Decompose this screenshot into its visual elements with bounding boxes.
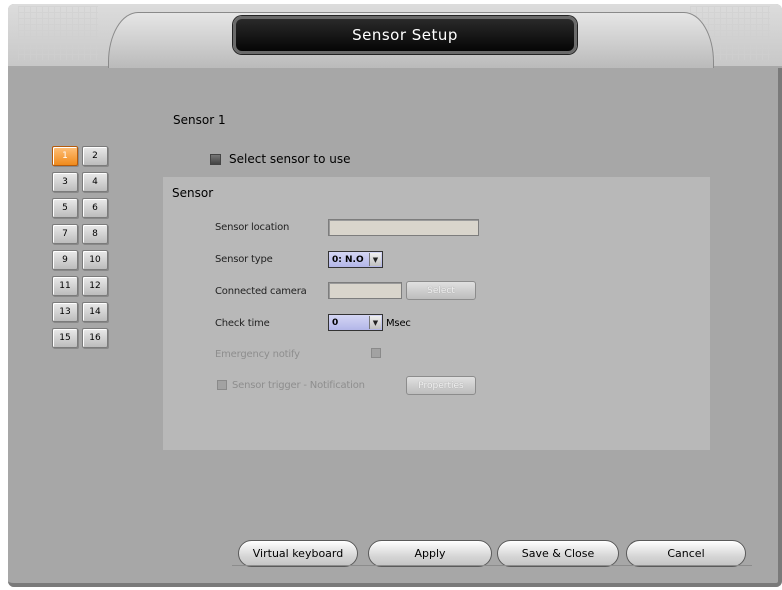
sensor-heading: Sensor 1 — [173, 113, 226, 127]
select-sensor-checkbox[interactable] — [210, 153, 221, 165]
sensor-button-10[interactable]: 10 — [82, 250, 108, 270]
dropdown-arrow-icon[interactable]: ▼ — [369, 253, 381, 266]
sensor-type-value: 0: N.O — [332, 254, 364, 265]
connected-camera-label: Connected camera — [215, 286, 307, 297]
cancel-button[interactable]: Cancel — [626, 540, 746, 567]
sensor-button-15[interactable]: 15 — [52, 328, 78, 348]
sensor-button-8[interactable]: 8 — [82, 224, 108, 244]
sensor-button-2[interactable]: 2 — [82, 146, 108, 166]
sensor-button-4[interactable]: 4 — [82, 172, 108, 192]
sensor-trigger-label: Sensor trigger - Notification — [232, 380, 365, 391]
emergency-notify-checkbox[interactable] — [371, 348, 381, 358]
apply-button[interactable]: Apply — [368, 540, 492, 567]
sensor-button-3[interactable]: 3 — [52, 172, 78, 192]
sensor-button-6[interactable]: 6 — [82, 198, 108, 218]
sensor-button-1[interactable]: 1 — [52, 146, 78, 166]
connected-camera-input[interactable] — [328, 282, 402, 299]
virtual-keyboard-button[interactable]: Virtual keyboard — [238, 540, 358, 567]
sensor-button-14[interactable]: 14 — [82, 302, 108, 322]
properties-button[interactable]: Properties — [406, 376, 476, 395]
button-bar-divider — [232, 565, 752, 566]
sensor-type-label: Sensor type — [215, 254, 273, 265]
sensor-type-select[interactable]: 0: N.O ▼ — [328, 251, 383, 268]
sensor-location-label: Sensor location — [215, 222, 290, 233]
sensor-number-grid: 1 2 3 4 5 6 7 8 9 10 11 12 13 14 15 16 — [52, 146, 112, 348]
sensor-button-11[interactable]: 11 — [52, 276, 78, 296]
select-sensor-row: Select sensor to use — [210, 152, 351, 166]
sensor-location-input[interactable] — [328, 219, 479, 236]
check-time-label: Check time — [215, 318, 270, 329]
check-time-unit: Msec — [386, 318, 411, 329]
dropdown-arrow-icon[interactable]: ▼ — [369, 316, 381, 329]
select-sensor-label: Select sensor to use — [229, 152, 351, 166]
window-title: Sensor Setup — [352, 26, 458, 44]
sensor-button-5[interactable]: 5 — [52, 198, 78, 218]
sensor-button-12[interactable]: 12 — [82, 276, 108, 296]
sensor-button-13[interactable]: 13 — [52, 302, 78, 322]
sensor-panel — [163, 177, 710, 450]
header-pattern-left — [18, 6, 98, 60]
sensor-trigger-checkbox[interactable] — [217, 380, 227, 390]
check-time-select[interactable]: 0 ▼ — [328, 314, 383, 331]
sensor-button-9[interactable]: 9 — [52, 250, 78, 270]
select-camera-button[interactable]: Select — [406, 281, 476, 300]
save-close-button[interactable]: Save & Close — [497, 540, 619, 567]
check-time-value: 0 — [332, 317, 339, 328]
sensor-panel-title: Sensor — [172, 186, 214, 200]
emergency-notify-label: Emergency notify — [215, 349, 300, 360]
sensor-button-7[interactable]: 7 — [52, 224, 78, 244]
sensor-button-16[interactable]: 16 — [82, 328, 108, 348]
title-bar: Sensor Setup — [233, 16, 577, 54]
